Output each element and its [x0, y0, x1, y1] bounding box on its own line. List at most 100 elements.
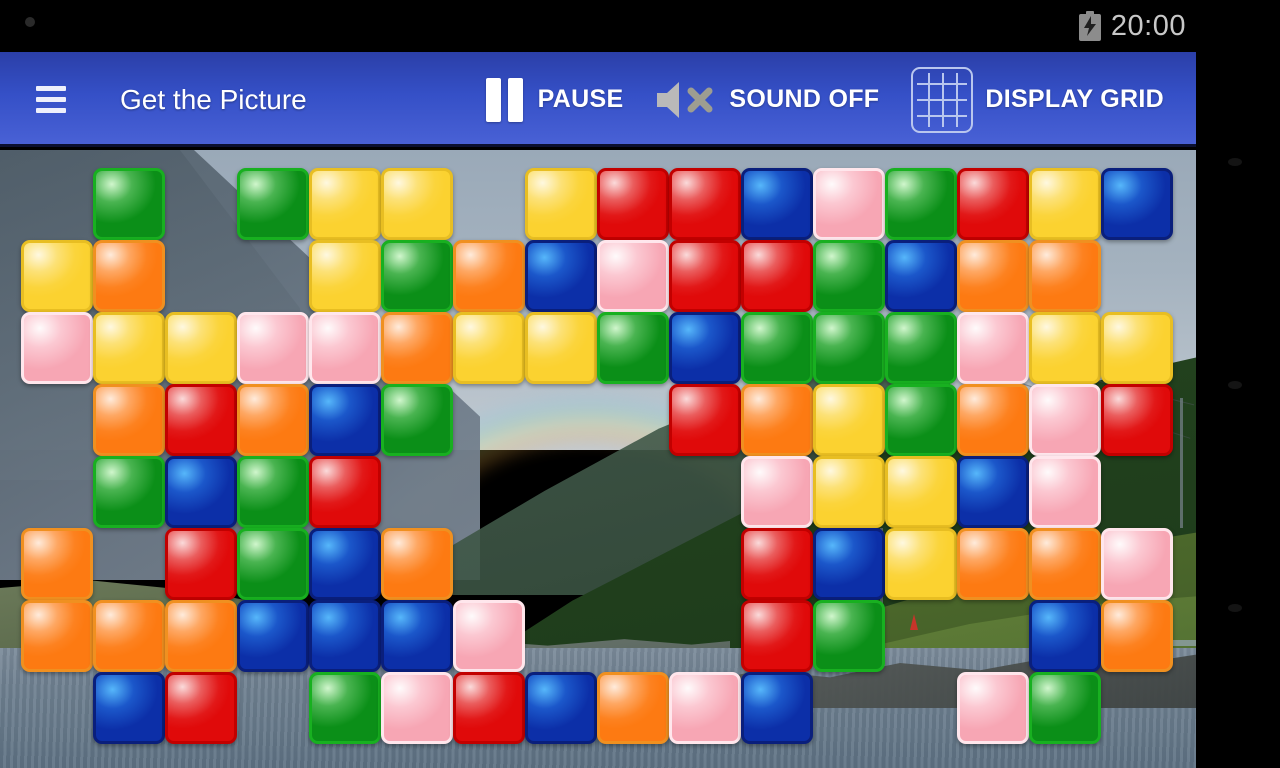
display-grid-button[interactable]: DISPLAY GRID	[895, 52, 1180, 147]
tile-yellow-r1-c6[interactable]	[381, 168, 453, 240]
tile-green-r1-c13[interactable]	[885, 168, 957, 240]
tile-pink-r3-c14[interactable]	[957, 312, 1029, 384]
tile-red-r4-c10[interactable]	[669, 384, 741, 456]
tile-yellow-r3-c15[interactable]	[1029, 312, 1101, 384]
tile-blue-r1-c11[interactable]	[741, 168, 813, 240]
tile-orange-r2-c15[interactable]	[1029, 240, 1101, 312]
tile-pink-r7-c7[interactable]	[453, 600, 525, 672]
tile-orange-r2-c7[interactable]	[453, 240, 525, 312]
tile-green-r2-c6[interactable]	[381, 240, 453, 312]
tile-orange-r2-c14[interactable]	[957, 240, 1029, 312]
tile-green-r8-c5[interactable]	[309, 672, 381, 744]
tile-pink-r1-c12[interactable]	[813, 168, 885, 240]
tile-yellow-r1-c5[interactable]	[309, 168, 381, 240]
tile-red-r1-c14[interactable]	[957, 168, 1029, 240]
tile-orange-r6-c6[interactable]	[381, 528, 453, 600]
tile-blue-r4-c5[interactable]	[309, 384, 381, 456]
tile-red-r2-c11[interactable]	[741, 240, 813, 312]
tile-orange-r4-c4[interactable]	[237, 384, 309, 456]
tile-yellow-r2-c1[interactable]	[21, 240, 93, 312]
tile-red-r2-c10[interactable]	[669, 240, 741, 312]
tile-yellow-r2-c5[interactable]	[309, 240, 381, 312]
tile-orange-r4-c14[interactable]	[957, 384, 1029, 456]
tile-green-r5-c2[interactable]	[93, 456, 165, 528]
tile-green-r2-c12[interactable]	[813, 240, 885, 312]
tile-yellow-r1-c8[interactable]	[525, 168, 597, 240]
tile-yellow-r3-c16[interactable]	[1101, 312, 1173, 384]
tile-blue-r1-c16[interactable]	[1101, 168, 1173, 240]
tile-orange-r3-c6[interactable]	[381, 312, 453, 384]
tile-pink-r4-c15[interactable]	[1029, 384, 1101, 456]
tile-yellow-r3-c2[interactable]	[93, 312, 165, 384]
tile-orange-r4-c2[interactable]	[93, 384, 165, 456]
tile-red-r4-c16[interactable]	[1101, 384, 1173, 456]
tile-green-r3-c13[interactable]	[885, 312, 957, 384]
tile-green-r3-c9[interactable]	[597, 312, 669, 384]
tile-red-r4-c3[interactable]	[165, 384, 237, 456]
tile-blue-r5-c3[interactable]	[165, 456, 237, 528]
tile-orange-r7-c16[interactable]	[1101, 600, 1173, 672]
sound-toggle-button[interactable]: SOUND OFF	[639, 52, 895, 147]
tile-pink-r8-c14[interactable]	[957, 672, 1029, 744]
tile-green-r4-c13[interactable]	[885, 384, 957, 456]
tile-blue-r5-c14[interactable]	[957, 456, 1029, 528]
tile-red-r8-c7[interactable]	[453, 672, 525, 744]
tile-orange-r7-c1[interactable]	[21, 600, 93, 672]
tile-pink-r5-c11[interactable]	[741, 456, 813, 528]
tile-orange-r6-c1[interactable]	[21, 528, 93, 600]
tile-pink-r3-c5[interactable]	[309, 312, 381, 384]
tile-blue-r2-c8[interactable]	[525, 240, 597, 312]
tile-yellow-r5-c13[interactable]	[885, 456, 957, 528]
tile-green-r3-c11[interactable]	[741, 312, 813, 384]
tile-blue-r8-c2[interactable]	[93, 672, 165, 744]
tile-green-r1-c4[interactable]	[237, 168, 309, 240]
tile-red-r6-c11[interactable]	[741, 528, 813, 600]
tile-orange-r2-c2[interactable]	[93, 240, 165, 312]
tile-yellow-r1-c15[interactable]	[1029, 168, 1101, 240]
tile-blue-r8-c8[interactable]	[525, 672, 597, 744]
tile-green-r5-c4[interactable]	[237, 456, 309, 528]
tile-red-r5-c5[interactable]	[309, 456, 381, 528]
tile-blue-r3-c10[interactable]	[669, 312, 741, 384]
tile-green-r6-c4[interactable]	[237, 528, 309, 600]
tile-orange-r6-c14[interactable]	[957, 528, 1029, 600]
tile-blue-r7-c4[interactable]	[237, 600, 309, 672]
tile-yellow-r3-c7[interactable]	[453, 312, 525, 384]
tile-yellow-r3-c3[interactable]	[165, 312, 237, 384]
tile-blue-r7-c5[interactable]	[309, 600, 381, 672]
tile-green-r3-c12[interactable]	[813, 312, 885, 384]
tile-pink-r5-c15[interactable]	[1029, 456, 1101, 528]
tile-yellow-r3-c8[interactable]	[525, 312, 597, 384]
tile-red-r1-c9[interactable]	[597, 168, 669, 240]
tile-yellow-r5-c12[interactable]	[813, 456, 885, 528]
tile-yellow-r4-c12[interactable]	[813, 384, 885, 456]
tile-orange-r6-c15[interactable]	[1029, 528, 1101, 600]
tile-blue-r6-c5[interactable]	[309, 528, 381, 600]
tile-blue-r6-c12[interactable]	[813, 528, 885, 600]
tile-blue-r2-c13[interactable]	[885, 240, 957, 312]
tile-green-r8-c15[interactable]	[1029, 672, 1101, 744]
tile-pink-r3-c1[interactable]	[21, 312, 93, 384]
tile-pink-r3-c4[interactable]	[237, 312, 309, 384]
tile-blue-r7-c6[interactable]	[381, 600, 453, 672]
tile-pink-r8-c6[interactable]	[381, 672, 453, 744]
tile-red-r1-c10[interactable]	[669, 168, 741, 240]
tile-red-r8-c3[interactable]	[165, 672, 237, 744]
tile-orange-r7-c2[interactable]	[93, 600, 165, 672]
tile-green-r1-c2[interactable]	[93, 168, 165, 240]
tile-red-r7-c11[interactable]	[741, 600, 813, 672]
tile-yellow-r6-c13[interactable]	[885, 528, 957, 600]
tile-pink-r2-c9[interactable]	[597, 240, 669, 312]
tile-green-r4-c6[interactable]	[381, 384, 453, 456]
hamburger-menu-icon[interactable]	[28, 77, 74, 123]
tile-orange-r7-c3[interactable]	[165, 600, 237, 672]
tile-red-r6-c3[interactable]	[165, 528, 237, 600]
game-board[interactable]	[0, 150, 1196, 768]
tile-blue-r8-c11[interactable]	[741, 672, 813, 744]
pause-button[interactable]: PAUSE	[468, 52, 640, 147]
tile-orange-r4-c11[interactable]	[741, 384, 813, 456]
tile-pink-r8-c10[interactable]	[669, 672, 741, 744]
tile-green-r7-c12[interactable]	[813, 600, 885, 672]
tile-orange-r8-c9[interactable]	[597, 672, 669, 744]
tile-pink-r6-c16[interactable]	[1101, 528, 1173, 600]
